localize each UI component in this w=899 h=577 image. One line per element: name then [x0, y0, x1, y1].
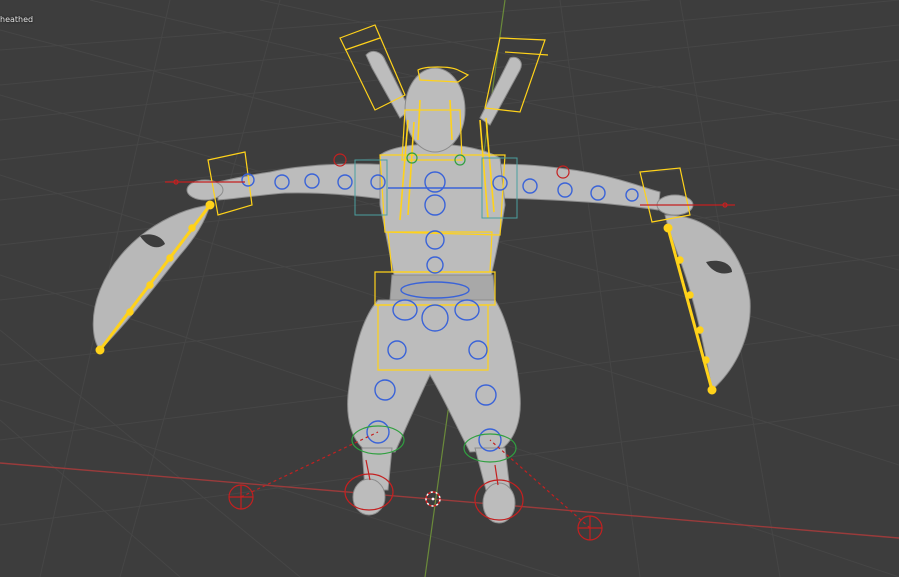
character-mesh: [186, 67, 694, 524]
sword-right-mesh: [664, 214, 751, 391]
x-axis-line: [0, 462, 899, 539]
3d-viewport[interactable]: heathed: [0, 0, 899, 577]
viewport-canvas[interactable]: [0, 0, 899, 577]
object-name-label: heathed: [0, 15, 34, 24]
